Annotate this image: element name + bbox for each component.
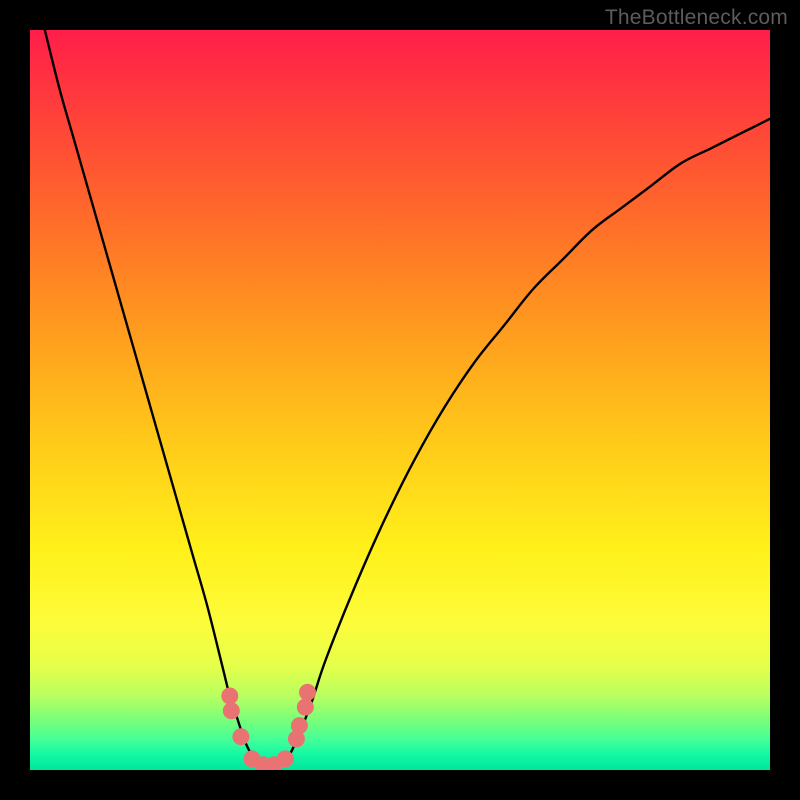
chart-frame: TheBottleneck.com [0, 0, 800, 800]
bottleneck-curve [30, 30, 770, 767]
curve-markers [221, 684, 316, 770]
watermark-text: TheBottleneck.com [605, 6, 788, 30]
curve-marker [299, 684, 316, 701]
curve-marker [223, 702, 240, 719]
curve-marker [277, 750, 294, 767]
curve-layer [30, 30, 770, 770]
curve-marker [221, 688, 238, 705]
curve-marker [297, 699, 314, 716]
plot-area [30, 30, 770, 770]
curve-marker [232, 728, 249, 745]
curve-marker [291, 717, 308, 734]
